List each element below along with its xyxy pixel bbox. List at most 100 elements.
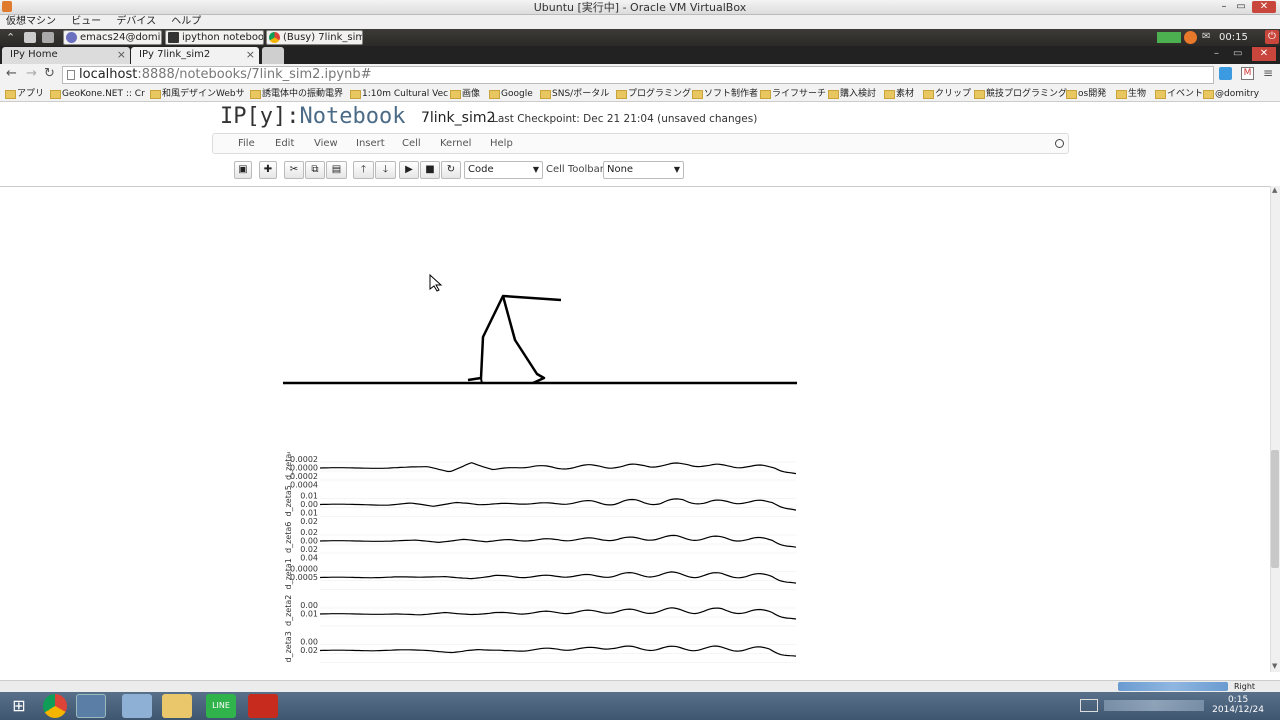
bookmark-sns[interactable]: SNS/ポータル — [540, 86, 609, 101]
page-scrollbar[interactable]: ▲ ▼ — [1270, 186, 1280, 672]
menu-insert[interactable]: Insert — [356, 134, 385, 153]
bookmark-materials[interactable]: 素材 — [884, 86, 914, 101]
vbox-menubar: 仮想マシン ビュー デバイス ヘルプ — [0, 15, 1280, 29]
subplot-trace — [319, 571, 797, 584]
cell-type-select[interactable]: Code ▼ — [464, 161, 543, 179]
bookmark-yuudentai[interactable]: 誘電体中の振動電界 — [250, 86, 343, 101]
bookmark-images[interactable]: 画像 — [450, 86, 480, 101]
interrupt-button[interactable]: ■ — [420, 161, 440, 179]
chrome-close-icon[interactable]: ✕ — [1252, 47, 1276, 61]
bookmark-domitry[interactable]: @domitry — [1203, 86, 1259, 101]
task-chrome[interactable]: (Busy) 7link_sim2··· — [266, 30, 363, 45]
chrome-menu-icon[interactable]: ≡ — [1263, 66, 1273, 80]
paste-button[interactable]: ▤ — [326, 161, 347, 179]
tab-ipy-home[interactable]: IPy Home × — [2, 47, 130, 64]
subplot-trace — [319, 498, 797, 511]
bookmark-competitive[interactable]: 競技プログラミング — [974, 86, 1067, 101]
gmail-extension-icon[interactable]: M — [1241, 67, 1254, 80]
folder-taskbar-icon[interactable] — [162, 694, 192, 718]
ubuntu-logo-icon[interactable]: ⌃ — [6, 31, 15, 44]
run-button[interactable]: ▶ — [399, 161, 419, 179]
foot-left — [480, 377, 483, 385]
vbox-close-icon[interactable]: ✕ — [1252, 1, 1276, 13]
plus-icon: ✚ — [263, 164, 273, 175]
new-tab-button[interactable] — [262, 47, 284, 64]
ipython-logo[interactable]: IP[y]:Notebook — [220, 104, 405, 129]
reload-icon[interactable]: ↻ — [44, 66, 55, 81]
keyboard-tray-icon[interactable] — [1080, 699, 1098, 712]
vbox-menu-view[interactable]: ビュー — [71, 15, 101, 29]
move-up-button[interactable]: 🡑 — [353, 161, 374, 179]
forward-icon[interactable]: → — [26, 66, 37, 81]
address-bar[interactable]: localhost:8888/notebooks/7link_sim2.ipyn… — [62, 66, 1214, 84]
scrollbar-thumb[interactable] — [1271, 450, 1279, 568]
menu-view[interactable]: View — [314, 134, 338, 153]
arrow-down-icon: 🡓 — [382, 164, 389, 175]
line-app-icon[interactable]: LINE — [206, 694, 236, 718]
notebook-name[interactable]: 7link_sim2 — [421, 110, 495, 126]
menu-edit[interactable]: Edit — [275, 134, 294, 153]
network-indicator-icon[interactable] — [1157, 32, 1181, 43]
bookmark-cultural[interactable]: 1:10m Cultural Vec — [350, 86, 448, 101]
chrome-taskbar-icon[interactable] — [43, 694, 67, 718]
windows-clock[interactable]: 0:15 2014/12/24 — [1212, 695, 1264, 715]
twitter-extension-icon[interactable] — [1219, 67, 1232, 80]
files-launcher-icon[interactable] — [24, 32, 36, 43]
tab-close-icon[interactable]: × — [117, 47, 126, 63]
menu-kernel[interactable]: Kernel — [440, 134, 471, 153]
vbox-menu-devices[interactable]: デバイス — [116, 15, 156, 29]
panel-clock[interactable]: 00:15 — [1219, 29, 1248, 46]
bookmark-lifesearch[interactable]: ライフサーチ — [760, 86, 826, 101]
bookmark-geokone[interactable]: GeoKone.NET :: Cr — [50, 86, 145, 101]
menu-file[interactable]: File — [238, 134, 255, 153]
acrobat-taskbar-icon[interactable] — [248, 694, 278, 718]
vbox-maximize-icon[interactable]: ▭ — [1233, 1, 1249, 13]
tray-icons[interactable] — [1104, 700, 1204, 711]
bookmark-google[interactable]: Google — [489, 86, 533, 101]
bookmark-software[interactable]: ソフト制作者 — [692, 86, 758, 101]
bookmark-programming[interactable]: プログラミング — [616, 86, 691, 101]
vbox-window-title: Ubuntu [実行中] - Oracle VM VirtualBox — [533, 1, 747, 14]
terminal-launcher-icon[interactable] — [42, 32, 54, 43]
chrome-maximize-icon[interactable]: ▭ — [1233, 48, 1242, 59]
vbox-minimize-icon[interactable]: – — [1216, 1, 1232, 13]
menu-cell[interactable]: Cell — [402, 134, 421, 153]
notification-icon[interactable] — [1184, 31, 1197, 44]
header-divider — [0, 186, 1270, 187]
task-emacs[interactable]: emacs24@domitr··· — [63, 30, 162, 45]
bookmark-apps[interactable]: アプリ — [5, 86, 44, 101]
move-down-button[interactable]: 🡓 — [375, 161, 396, 179]
cut-button[interactable]: ✂ — [284, 161, 304, 179]
bookmarks-bar: アプリ GeoKone.NET :: Cr 和風デザインWebサ 誘電体中の振動… — [0, 86, 1280, 102]
tab-close-icon[interactable]: × — [246, 47, 255, 63]
keyboard-indicator-icon[interactable]: ✉ — [1202, 31, 1210, 42]
scroll-up-icon[interactable]: ▲ — [1272, 186, 1277, 194]
notebook-menubar: File Edit View Insert Cell Kernel Help — [212, 133, 1069, 154]
cell-toolbar-select[interactable]: None ▼ — [603, 161, 684, 179]
bookmark-biology[interactable]: 生物 — [1116, 86, 1146, 101]
virtualbox-taskbar-icon[interactable] — [76, 694, 106, 718]
power-icon[interactable]: ⏻ — [1265, 30, 1279, 44]
terminal-icon — [168, 32, 179, 43]
task-terminal[interactable]: ipython notebook — [165, 30, 264, 45]
bookmark-purchase[interactable]: 購入検討 — [828, 86, 876, 101]
windows-start-icon[interactable]: ⊞ — [4, 694, 34, 718]
bookmark-clip[interactable]: クリップ — [923, 86, 971, 101]
bookmark-wafu[interactable]: 和風デザインWebサ — [150, 86, 245, 101]
save-button[interactable]: ▣ — [234, 161, 252, 179]
explorer-window-icon[interactable] — [122, 694, 152, 718]
vbox-menu-help[interactable]: ヘルプ — [171, 15, 201, 29]
insert-cell-button[interactable]: ✚ — [259, 161, 277, 179]
bookmark-events[interactable]: イベント — [1155, 86, 1203, 101]
paste-icon: ▤ — [331, 164, 342, 175]
scroll-down-icon[interactable]: ▼ — [1272, 662, 1277, 670]
chrome-minimize-icon[interactable]: – — [1214, 48, 1219, 59]
copy-button[interactable]: ⧉ — [305, 161, 325, 179]
vbox-device-icons[interactable] — [1118, 682, 1228, 691]
bookmark-osdev[interactable]: os開発 — [1066, 86, 1106, 101]
back-icon[interactable]: ← — [6, 66, 17, 81]
vbox-menu-machine[interactable]: 仮想マシン — [6, 15, 56, 29]
restart-button[interactable]: ↻ — [441, 161, 461, 179]
menu-help[interactable]: Help — [490, 134, 513, 153]
tab-7link-sim2[interactable]: IPy 7link_sim2 × — [131, 47, 259, 64]
